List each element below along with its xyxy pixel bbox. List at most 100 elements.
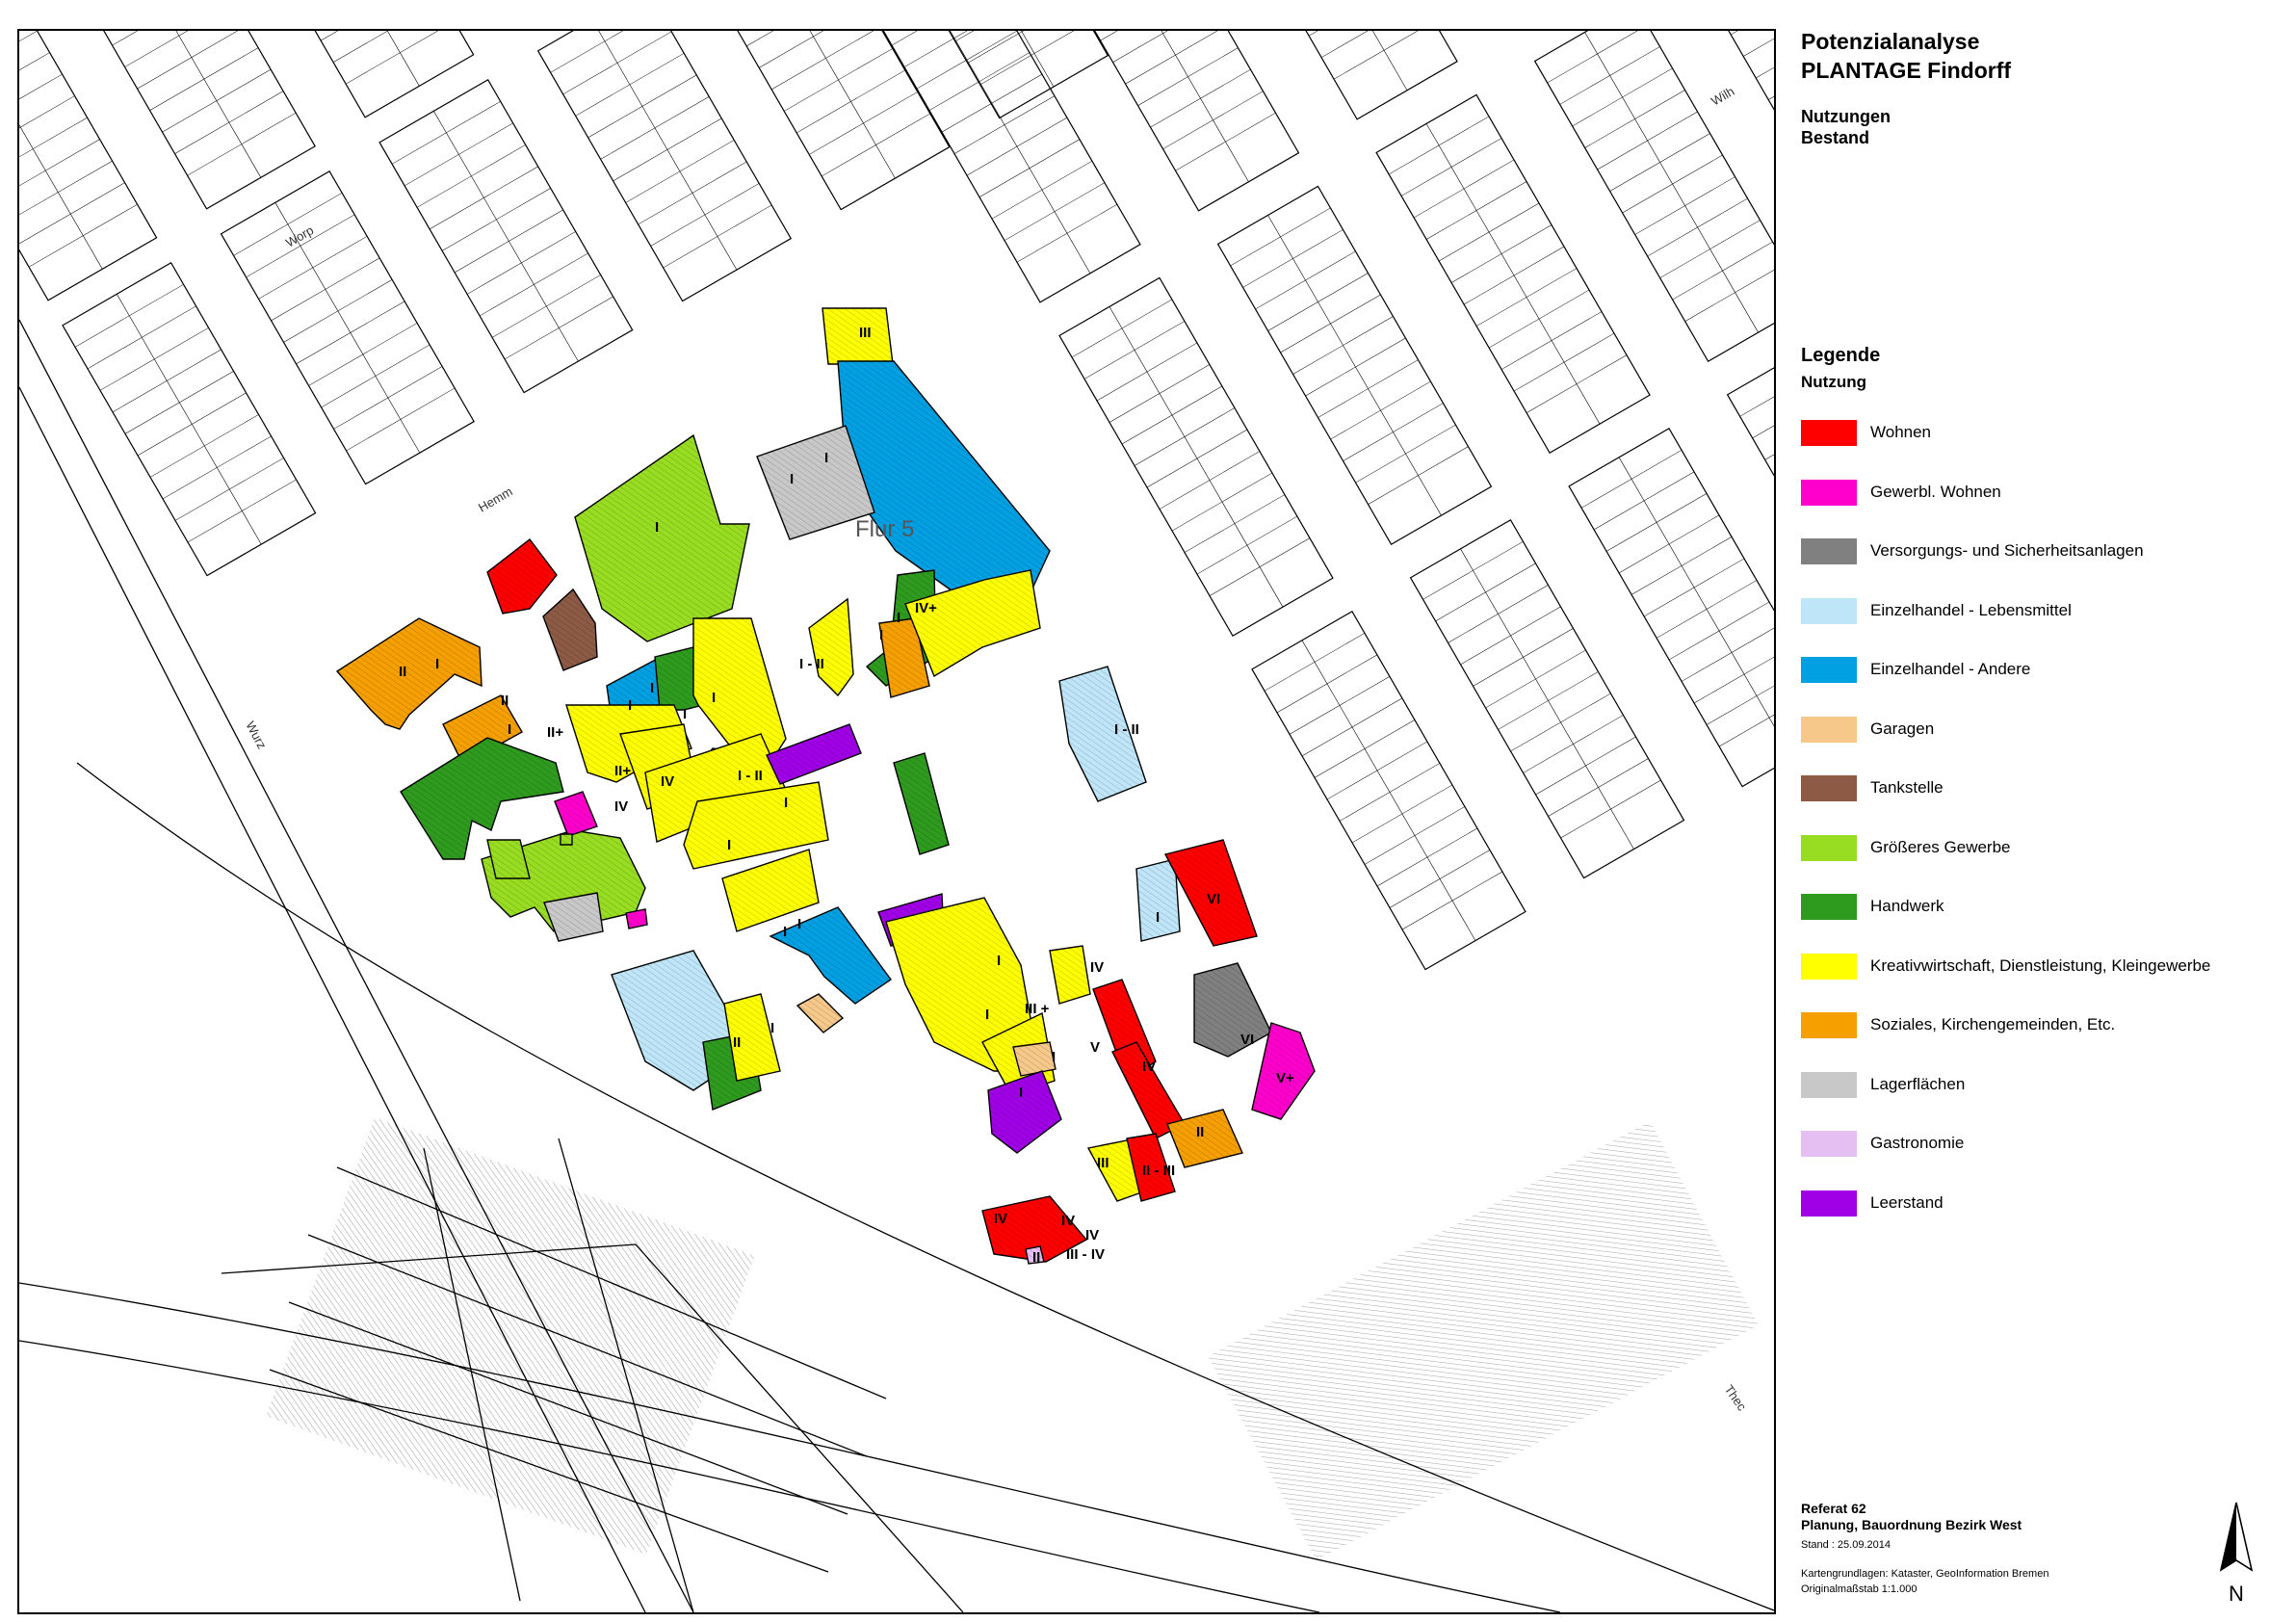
floor-label: II (1196, 1124, 1204, 1140)
parcel-hatch (555, 792, 597, 836)
legend-label: Einzelhandel - Lebensmittel (1870, 600, 2072, 619)
legend-label: Einzelhandel - Andere (1870, 660, 2031, 678)
map-title-line1: Potenzialanalyse (1801, 29, 1980, 54)
footer-date: Stand : 25.09.2014 (1801, 1539, 1891, 1551)
legend-label: Garagen (1870, 719, 1935, 738)
legend-swatch (1801, 775, 1857, 801)
floor-label: I (435, 656, 439, 672)
floor-label: IV (1085, 1227, 1099, 1243)
rail-hatch-yard (266, 1117, 755, 1555)
legend-label: Wohnen (1870, 423, 1932, 441)
floor-label: II+ (547, 724, 563, 741)
floor-label: I (1052, 1049, 1056, 1065)
street-label-thec: Thec (1722, 1382, 1750, 1414)
legend-label: Gastronomie (1870, 1134, 1965, 1152)
parcel-hatch (809, 599, 853, 695)
legend-swatch (1801, 1012, 1857, 1038)
legend-swatch (1801, 1071, 1857, 1098)
floor-label: III + (1025, 1001, 1050, 1017)
floor-label: I (824, 450, 828, 466)
floor-label: I (683, 706, 687, 722)
land-use-map[interactable]: IIIIIIIV+I - IIIIIIIII II+III+IIVIVIII - … (19, 31, 1774, 1612)
floor-label: I (784, 795, 788, 811)
map-subtitle-line1: Nutzungen (1801, 107, 1891, 126)
parcel-hatch (561, 834, 572, 845)
legend-label: Handwerk (1870, 897, 1944, 915)
floor-label: VI (1240, 1032, 1254, 1048)
legend-swatch (1801, 479, 1857, 506)
floor-label: I - II (738, 768, 763, 784)
floor-label: I (879, 627, 883, 643)
map-title-line2: PLANTAGE Findorff (1801, 58, 2012, 83)
footer-org: Referat 62 (1801, 1501, 1866, 1516)
floor-label: I (1019, 1085, 1023, 1101)
parcel-hatch (543, 589, 597, 670)
floor-label: I (997, 953, 1001, 969)
legend-swatch (1801, 657, 1857, 683)
north-label: N (2229, 1582, 2244, 1606)
floor-label: V (1090, 1039, 1100, 1056)
legend-label: Soziales, Kirchengemeinden, Etc. (1870, 1015, 2116, 1033)
street-label-wurz: Wurz (243, 719, 269, 751)
map-subtitle-line2: Bestand (1801, 128, 1870, 147)
floor-label: I (655, 519, 659, 536)
legend-panel: Potenzialanalyse PLANTAGE Findorff Nutzu… (1801, 27, 2283, 1607)
floor-label: III (859, 325, 872, 341)
floor-label: II+ (614, 763, 631, 779)
parcel-hatch (487, 539, 557, 614)
legend-label: Lagerflächen (1870, 1074, 1966, 1093)
floor-label: IV (1090, 959, 1104, 976)
floor-label: II (399, 664, 406, 680)
floor-label: IV (1061, 1213, 1075, 1229)
legend-label: Gewerbl. Wohnen (1870, 482, 2001, 501)
floor-label: IV (994, 1211, 1007, 1227)
floor-label: I (897, 610, 900, 626)
floor-label: III - IV (1066, 1246, 1105, 1263)
floor-label: VI (1207, 891, 1220, 907)
legend-label: Leerstand (1870, 1192, 1944, 1212)
floor-label: II (733, 1034, 741, 1051)
flur-label: Flur 5 (855, 516, 914, 542)
legend-swatch (1801, 1190, 1857, 1216)
floor-label: I (783, 924, 787, 940)
legend-subheading: Nutzung (1801, 373, 1866, 391)
legend-label: Versorgungs- und Sicherheitsanlagen (1870, 541, 2144, 560)
floor-label: II (1032, 1249, 1040, 1266)
map-footer: Referat 62 Planung, Bauordnung Bezirk We… (1801, 1501, 2048, 1597)
legend-label: Kreativwirtschaft, Dienstleistung, Klein… (1870, 955, 2211, 975)
legend-label: Größeres Gewerbe (1870, 837, 2011, 856)
floor-label: IV (1142, 1059, 1156, 1075)
floor-label: IV (614, 798, 628, 815)
legend-label: Tankstelle (1870, 778, 1944, 797)
floor-label: V+ (1276, 1070, 1294, 1086)
floor-label: IV+ (915, 600, 937, 616)
floor-label: I - II (799, 656, 824, 672)
street-label-hemm: Hemm (476, 484, 515, 514)
floor-label: I (1156, 909, 1160, 926)
map-frame[interactable]: III I I I IV+ I - II I I II II I II+ I II+ I IV IV I I I - … (17, 29, 1776, 1614)
floor-label: III (1097, 1155, 1109, 1171)
north-arrow-icon: N (2217, 1501, 2256, 1607)
parcel-hatch (894, 753, 949, 854)
legend-swatch (1801, 716, 1857, 743)
floor-label: I (770, 1020, 774, 1036)
parcel-hatch (822, 308, 893, 364)
street-label-worp: Worp (283, 222, 316, 249)
legend-swatch (1801, 894, 1857, 920)
street-label-wilh: Wilh (1709, 84, 1736, 109)
parcel-hatch (988, 1071, 1061, 1153)
floor-label: I - II (1114, 721, 1139, 738)
floor-label: I (650, 680, 654, 696)
legend-swatch (1801, 953, 1857, 980)
parcel-hatch (770, 907, 891, 1004)
floor-label: II - III (1142, 1163, 1175, 1179)
residential-block-grid-north (19, 31, 1109, 577)
legend-swatch (1801, 834, 1857, 861)
parcel-hatch (337, 618, 482, 729)
floor-label: I (508, 721, 511, 738)
legend-heading: Legende (1801, 345, 1881, 366)
floor-label: I (628, 697, 632, 714)
floor-label: II (501, 693, 509, 709)
legend-swatch (1801, 597, 1857, 624)
footer-dept: Planung, Bauordnung Bezirk West (1801, 1517, 2022, 1532)
